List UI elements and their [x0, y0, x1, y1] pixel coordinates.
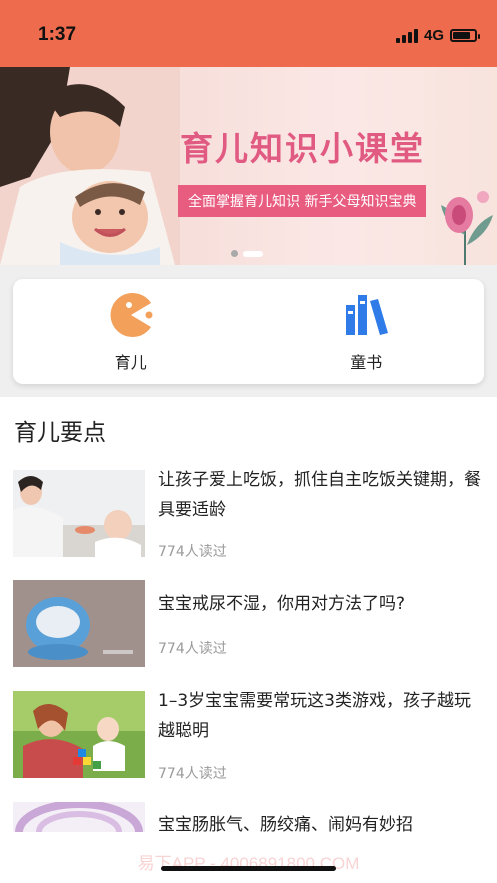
banner-dot-active[interactable] [243, 250, 263, 257]
network-type: 4G [423, 27, 444, 44]
section-title: 育儿要点 [14, 420, 106, 446]
article-read-count: 774人读过 [158, 641, 227, 657]
signal-icon [395, 28, 418, 43]
status-indicators: 4G [395, 27, 480, 44]
article-title: 宝宝肠胀气、肠绞痛、闹妈有妙招 [158, 815, 413, 832]
battery-level [453, 32, 470, 39]
pacman-icon [110, 292, 153, 337]
article-title: 让孩子爱上吃饭，抓住自主吃饭关键期，餐具要适龄 [158, 470, 481, 520]
banner-title: 育儿知识小课堂 [180, 129, 425, 168]
status-time: 1:37 [38, 24, 77, 45]
article-item[interactable]: 宝宝肠胀气、肠绞痛、闹妈有妙招 [13, 802, 484, 832]
article-thumbnail [13, 470, 145, 557]
quick-nav-label: 育儿 [114, 352, 147, 372]
mother-baby-photo [0, 67, 180, 265]
banner-pagination[interactable] [231, 250, 263, 257]
banner-subtitle: 全面掌握育儿知识 新手父母知识宝典 [178, 185, 427, 217]
home-indicator [161, 866, 336, 871]
quick-nav-card: 育儿 童书 [13, 279, 484, 384]
article-item[interactable]: 宝宝戒尿不湿，你用对方法了吗? 774人读过 [13, 580, 484, 668]
article-title: 宝宝戒尿不湿，你用对方法了吗? [158, 594, 406, 614]
article-read-count: 774人读过 [158, 766, 227, 782]
status-bar: 1:37 4G [0, 0, 497, 67]
article-title: 1–3岁宝宝需要常玩这3类游戏，孩子越玩越聪明 [158, 691, 471, 741]
article-thumbnail [13, 691, 145, 778]
article-thumbnail [13, 580, 145, 667]
quick-nav-childrens-books[interactable]: 童书 [249, 279, 485, 384]
battery-icon [450, 29, 480, 42]
quick-nav-parenting[interactable]: 育儿 [13, 279, 249, 384]
promo-banner[interactable]: 育儿知识小课堂 全面掌握育儿知识 新手父母知识宝典 [0, 67, 497, 265]
flower-decoration-icon [441, 191, 493, 265]
article-item[interactable]: 1–3岁宝宝需要常玩这3类游戏，孩子越玩越聪明 774人读过 [13, 686, 484, 782]
banner-dot[interactable] [231, 250, 238, 257]
article-thumbnail [13, 802, 145, 832]
article-read-count: 774人读过 [158, 544, 227, 560]
books-icon [346, 294, 389, 335]
quick-nav-label: 童书 [350, 352, 383, 372]
article-item[interactable]: 让孩子爱上吃饭，抓住自主吃饭关键期，餐具要适龄 774人读过 [13, 465, 484, 560]
